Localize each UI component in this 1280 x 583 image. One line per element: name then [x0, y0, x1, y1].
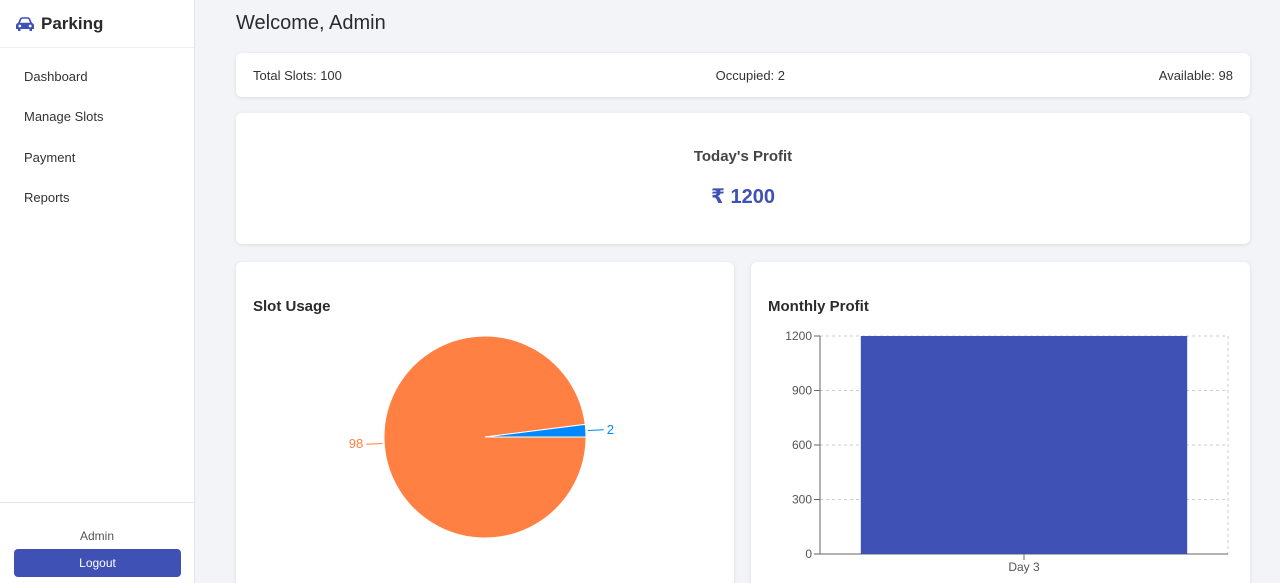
y-tick-label: 1200: [785, 329, 812, 343]
y-tick-label: 300: [792, 493, 812, 507]
bar-day-3: [860, 336, 1188, 554]
sidebar-item-dashboard[interactable]: Dashboard: [0, 56, 194, 97]
y-tick-label: 600: [792, 438, 812, 452]
monthly-profit-card: Monthly Profit 0 300 600 900 1200 Day 3: [751, 262, 1250, 583]
pie-label-line: [587, 429, 604, 432]
main-content: Welcome, Admin Total Slots: 100 Occupied…: [195, 0, 1280, 583]
sidebar-item-payment[interactable]: Payment: [0, 137, 194, 178]
sidebar-footer: Admin Logout: [0, 502, 194, 583]
y-tick-label: 0: [805, 547, 812, 561]
monthly-profit-bar-chart: 0 300 600 900 1200 Day 3: [785, 329, 1229, 574]
sidebar-nav: Dashboard Manage Slots Payment Reports: [0, 48, 194, 218]
brand: Parking: [0, 0, 194, 48]
page-title: Welcome, Admin: [236, 12, 386, 34]
slot-stats-bar: Total Slots: 100 Occupied: 2 Available: …: [236, 53, 1250, 97]
total-slots-stat: Total Slots: 100: [253, 67, 342, 83]
current-user-name: Admin: [79, 529, 114, 543]
pie-data-label: 98: [349, 436, 363, 451]
slot-usage-card: Slot Usage 98 2: [236, 262, 734, 583]
y-tick-label: 900: [792, 384, 812, 398]
available-slots-stat: Available: 98: [1158, 67, 1233, 83]
sidebar-item-manage-slots[interactable]: Manage Slots: [0, 97, 194, 138]
slot-usage-pie-chart: 98 2: [349, 335, 614, 539]
sidebar-item-reports[interactable]: Reports: [0, 178, 194, 219]
x-tick-label: Day 3: [1008, 560, 1040, 574]
occupied-slots-stat: Occupied: 2: [715, 67, 786, 83]
profit-value: ₹ 1200: [711, 186, 775, 208]
car-icon: [15, 16, 35, 32]
pie-data-label: 2: [607, 422, 614, 437]
todays-profit-card: Today's Profit ₹ 1200: [236, 113, 1250, 244]
brand-title: Parking: [41, 13, 104, 33]
sidebar: Parking Dashboard Manage Slots Payment R…: [0, 0, 195, 583]
pie-label-line: [366, 442, 383, 445]
profit-title: Today's Profit: [693, 148, 793, 165]
logout-button[interactable]: Logout: [14, 549, 181, 577]
